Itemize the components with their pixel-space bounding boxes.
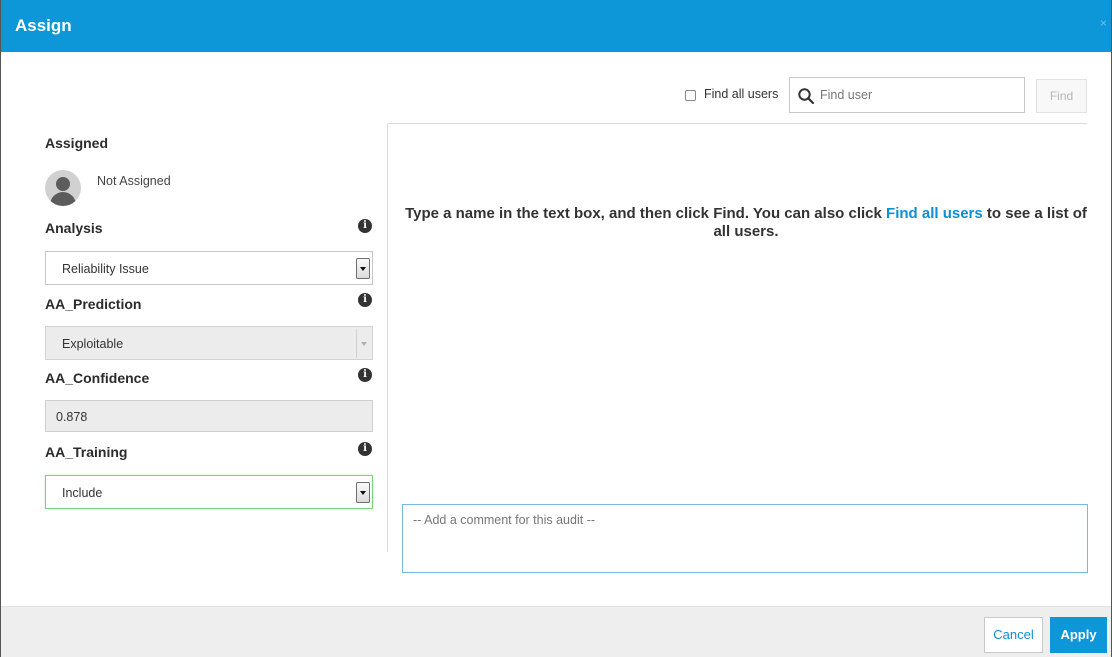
dialog-titlebar: Assign × <box>1 0 1111 52</box>
analysis-value: Reliability Issue <box>62 262 149 276</box>
assigned-user-name: Not Assigned <box>97 174 171 188</box>
info-icon[interactable]: i <box>358 368 372 382</box>
chevron-down-icon[interactable] <box>356 258 370 279</box>
analysis-label: Analysis <box>45 220 103 236</box>
chevron-down-icon <box>356 329 370 358</box>
prediction-value: Exploitable <box>62 337 124 351</box>
confidence-label: AA_Confidence <box>45 370 150 386</box>
user-avatar-icon <box>45 170 81 206</box>
info-icon[interactable]: i <box>358 442 372 456</box>
find-all-users-label[interactable]: Find all users <box>704 87 778 101</box>
assign-dialog: Assign × Find all users Find Assigned No… <box>0 0 1112 657</box>
confidence-value: 0.878 <box>56 410 88 424</box>
confidence-field: 0.878 <box>45 400 373 432</box>
training-value: Include <box>62 486 103 500</box>
training-select[interactable]: Include <box>45 475 373 509</box>
find-all-users-checkbox[interactable] <box>685 90 696 101</box>
info-icon[interactable]: i <box>358 293 372 307</box>
chevron-down-icon[interactable] <box>356 482 370 503</box>
find-all-users-link[interactable]: Find all users <box>886 205 983 222</box>
info-icon[interactable]: i <box>358 219 372 233</box>
training-label: AA_Training <box>45 444 128 460</box>
dialog-title: Assign <box>15 16 72 35</box>
comment-input[interactable] <box>402 504 1088 573</box>
find-user-input[interactable] <box>820 79 1020 111</box>
find-user-box <box>789 77 1025 113</box>
hint-text-before: Type a name in the text box, and then cl… <box>405 205 887 222</box>
assigned-heading: Assigned <box>45 135 109 151</box>
analysis-select[interactable]: Reliability Issue <box>45 251 373 285</box>
prediction-select: Exploitable <box>45 326 373 360</box>
divider-horizontal <box>388 123 1087 124</box>
dialog-footer <box>1 606 1111 657</box>
search-hint: Type a name in the text box, and then cl… <box>401 205 1091 241</box>
search-icon <box>798 88 815 105</box>
divider-vertical <box>387 124 388 552</box>
prediction-label: AA_Prediction <box>45 296 142 312</box>
find-button[interactable]: Find <box>1036 79 1087 113</box>
apply-button[interactable]: Apply <box>1050 617 1107 653</box>
close-icon[interactable]: × <box>1100 16 1107 30</box>
cancel-button[interactable]: Cancel <box>984 617 1043 653</box>
